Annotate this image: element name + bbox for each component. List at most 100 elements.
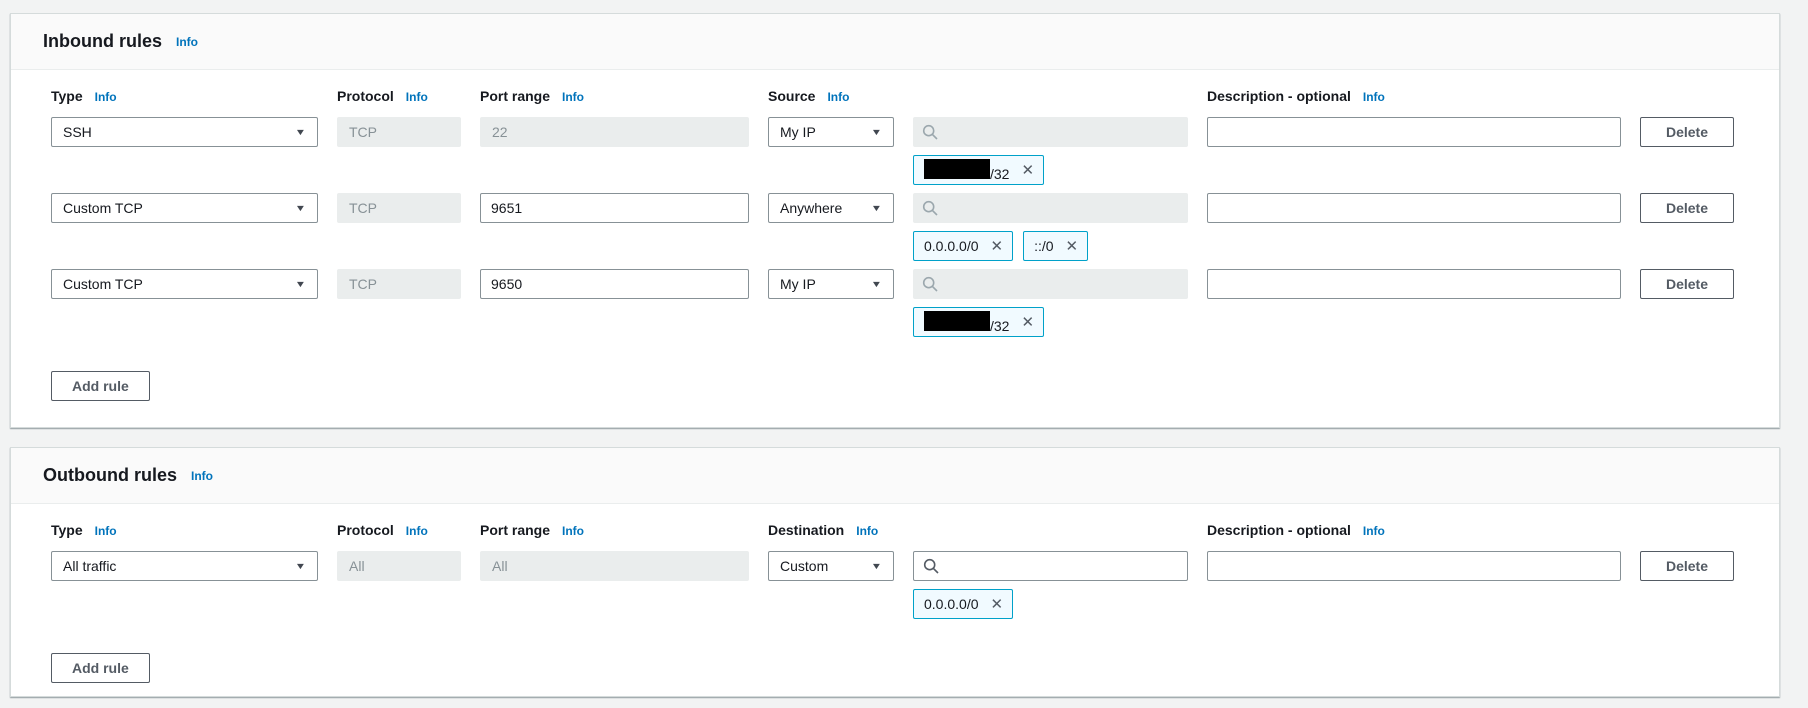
delete-rule-button[interactable]: Delete	[1640, 117, 1734, 147]
delete-rule-button[interactable]: Delete	[1640, 193, 1734, 223]
description-input[interactable]	[1207, 117, 1621, 147]
source-select[interactable]: My IP ▼	[768, 117, 894, 147]
inbound-column-headers: Type Info Protocol Info Port range Info …	[51, 88, 1779, 117]
info-link[interactable]: Info	[1363, 91, 1385, 103]
tag-text: 0.0.0.0/0	[924, 238, 979, 254]
inbound-panel-header: Inbound rules Info	[11, 14, 1779, 70]
source-select[interactable]: My IP ▼	[768, 269, 894, 299]
description-input[interactable]	[1207, 551, 1621, 581]
source-search-input	[913, 117, 1188, 147]
tag-text: /32	[924, 311, 1009, 334]
delete-rule-button[interactable]: Delete	[1640, 269, 1734, 299]
port-range-field: 22	[480, 117, 749, 147]
info-link[interactable]: Info	[562, 91, 584, 103]
chevron-down-icon: ▼	[871, 203, 883, 213]
cidr-tag: /32 ✕	[913, 307, 1044, 337]
column-label: Description - optional	[1207, 88, 1351, 104]
remove-tag-icon[interactable]: ✕	[1021, 163, 1034, 178]
inbound-panel-title: Inbound rules	[43, 31, 162, 52]
cidr-tag: /32 ✕	[913, 155, 1044, 185]
chevron-down-icon: ▼	[871, 561, 883, 571]
remove-tag-icon[interactable]: ✕	[1066, 239, 1079, 254]
inbound-rules-panel: Inbound rules Info Type Info Protocol In…	[10, 13, 1780, 428]
search-text-input	[946, 271, 1179, 297]
select-value: Anywhere	[780, 200, 842, 216]
column-header-description: Description - optional Info	[1207, 522, 1621, 538]
info-link[interactable]: Info	[406, 91, 428, 103]
source-select[interactable]: Anywhere ▼	[768, 193, 894, 223]
type-select[interactable]: Custom TCP ▼	[51, 193, 318, 223]
info-link[interactable]: Info	[406, 525, 428, 537]
chevron-down-icon: ▼	[871, 127, 883, 137]
info-link[interactable]: Info	[191, 470, 213, 482]
remove-tag-icon[interactable]: ✕	[991, 239, 1004, 254]
destination-search-input[interactable]	[913, 551, 1188, 581]
type-select[interactable]: Custom TCP ▼	[51, 269, 318, 299]
tag-text: ::/0	[1034, 238, 1053, 254]
info-link[interactable]: Info	[95, 525, 117, 537]
port-range-input[interactable]	[480, 193, 749, 223]
info-link[interactable]: Info	[562, 525, 584, 537]
destination-select[interactable]: Custom ▼	[768, 551, 894, 581]
column-header-port-range: Port range Info	[480, 88, 749, 104]
cidr-suffix: /32	[990, 318, 1009, 334]
inbound-panel-body: Type Info Protocol Info Port range Info …	[11, 70, 1779, 401]
delete-rule-button[interactable]: Delete	[1640, 551, 1734, 581]
cidr-tag: ::/0 ✕	[1023, 231, 1088, 261]
remove-tag-icon[interactable]: ✕	[1021, 315, 1034, 330]
column-label: Source	[768, 88, 815, 104]
info-link[interactable]: Info	[95, 91, 117, 103]
search-text-input[interactable]	[947, 553, 1178, 579]
select-value: Custom TCP	[63, 200, 143, 216]
info-link[interactable]: Info	[856, 525, 878, 537]
search-icon	[923, 558, 939, 574]
search-icon	[922, 124, 938, 140]
source-tags: /32 ✕	[913, 307, 1188, 337]
info-link[interactable]: Info	[1363, 525, 1385, 537]
cidr-suffix: /32	[990, 166, 1009, 182]
search-icon	[922, 200, 938, 216]
search-text-input	[946, 195, 1179, 221]
select-value: Custom	[780, 558, 828, 574]
source-tags: /32 ✕	[913, 155, 1188, 185]
inbound-rule-row-1: SSH ▼ TCP 22 My IP ▼ Delete /32 ✕	[51, 117, 1779, 185]
tag-text: 0.0.0.0/0	[924, 596, 979, 612]
column-label: Protocol	[337, 88, 394, 104]
source-search-input	[913, 269, 1188, 299]
source-tags: 0.0.0.0/0 ✕ ::/0 ✕	[913, 231, 1188, 261]
chevron-down-icon: ▼	[295, 203, 307, 213]
redacted-ip	[924, 311, 990, 331]
port-range-input[interactable]	[480, 269, 749, 299]
select-value: SSH	[63, 124, 92, 140]
chevron-down-icon: ▼	[295, 279, 307, 289]
add-rule-button[interactable]: Add rule	[51, 653, 150, 683]
outbound-panel-title: Outbound rules	[43, 465, 177, 486]
column-label: Type	[51, 522, 83, 538]
outbound-panel-header: Outbound rules Info	[11, 448, 1779, 504]
info-link[interactable]: Info	[176, 36, 198, 48]
search-text-input	[946, 119, 1179, 145]
column-label: Description - optional	[1207, 522, 1351, 538]
outbound-rule-row-1: All traffic ▼ All All Custom ▼ Delete 0.…	[51, 551, 1779, 619]
redacted-ip	[924, 159, 990, 179]
protocol-field: All	[337, 551, 461, 581]
source-search-input	[913, 193, 1188, 223]
outbound-panel-body: Type Info Protocol Info Port range Info …	[11, 504, 1779, 683]
outbound-column-headers: Type Info Protocol Info Port range Info …	[51, 522, 1779, 551]
inbound-rule-row-2: Custom TCP ▼ TCP Anywhere ▼ Delete 0.0.0…	[51, 193, 1779, 261]
type-select[interactable]: All traffic ▼	[51, 551, 318, 581]
inbound-rule-row-3: Custom TCP ▼ TCP My IP ▼ Delete /32 ✕	[51, 269, 1779, 337]
column-header-protocol: Protocol Info	[337, 88, 461, 104]
chevron-down-icon: ▼	[871, 279, 883, 289]
info-link[interactable]: Info	[827, 91, 849, 103]
description-input[interactable]	[1207, 193, 1621, 223]
description-input[interactable]	[1207, 269, 1621, 299]
type-select[interactable]: SSH ▼	[51, 117, 318, 147]
cidr-tag: 0.0.0.0/0 ✕	[913, 231, 1013, 261]
protocol-field: TCP	[337, 269, 461, 299]
select-value: My IP	[780, 124, 816, 140]
protocol-field: TCP	[337, 117, 461, 147]
remove-tag-icon[interactable]: ✕	[991, 597, 1004, 612]
add-rule-button[interactable]: Add rule	[51, 371, 150, 401]
column-header-type: Type Info	[51, 522, 318, 538]
